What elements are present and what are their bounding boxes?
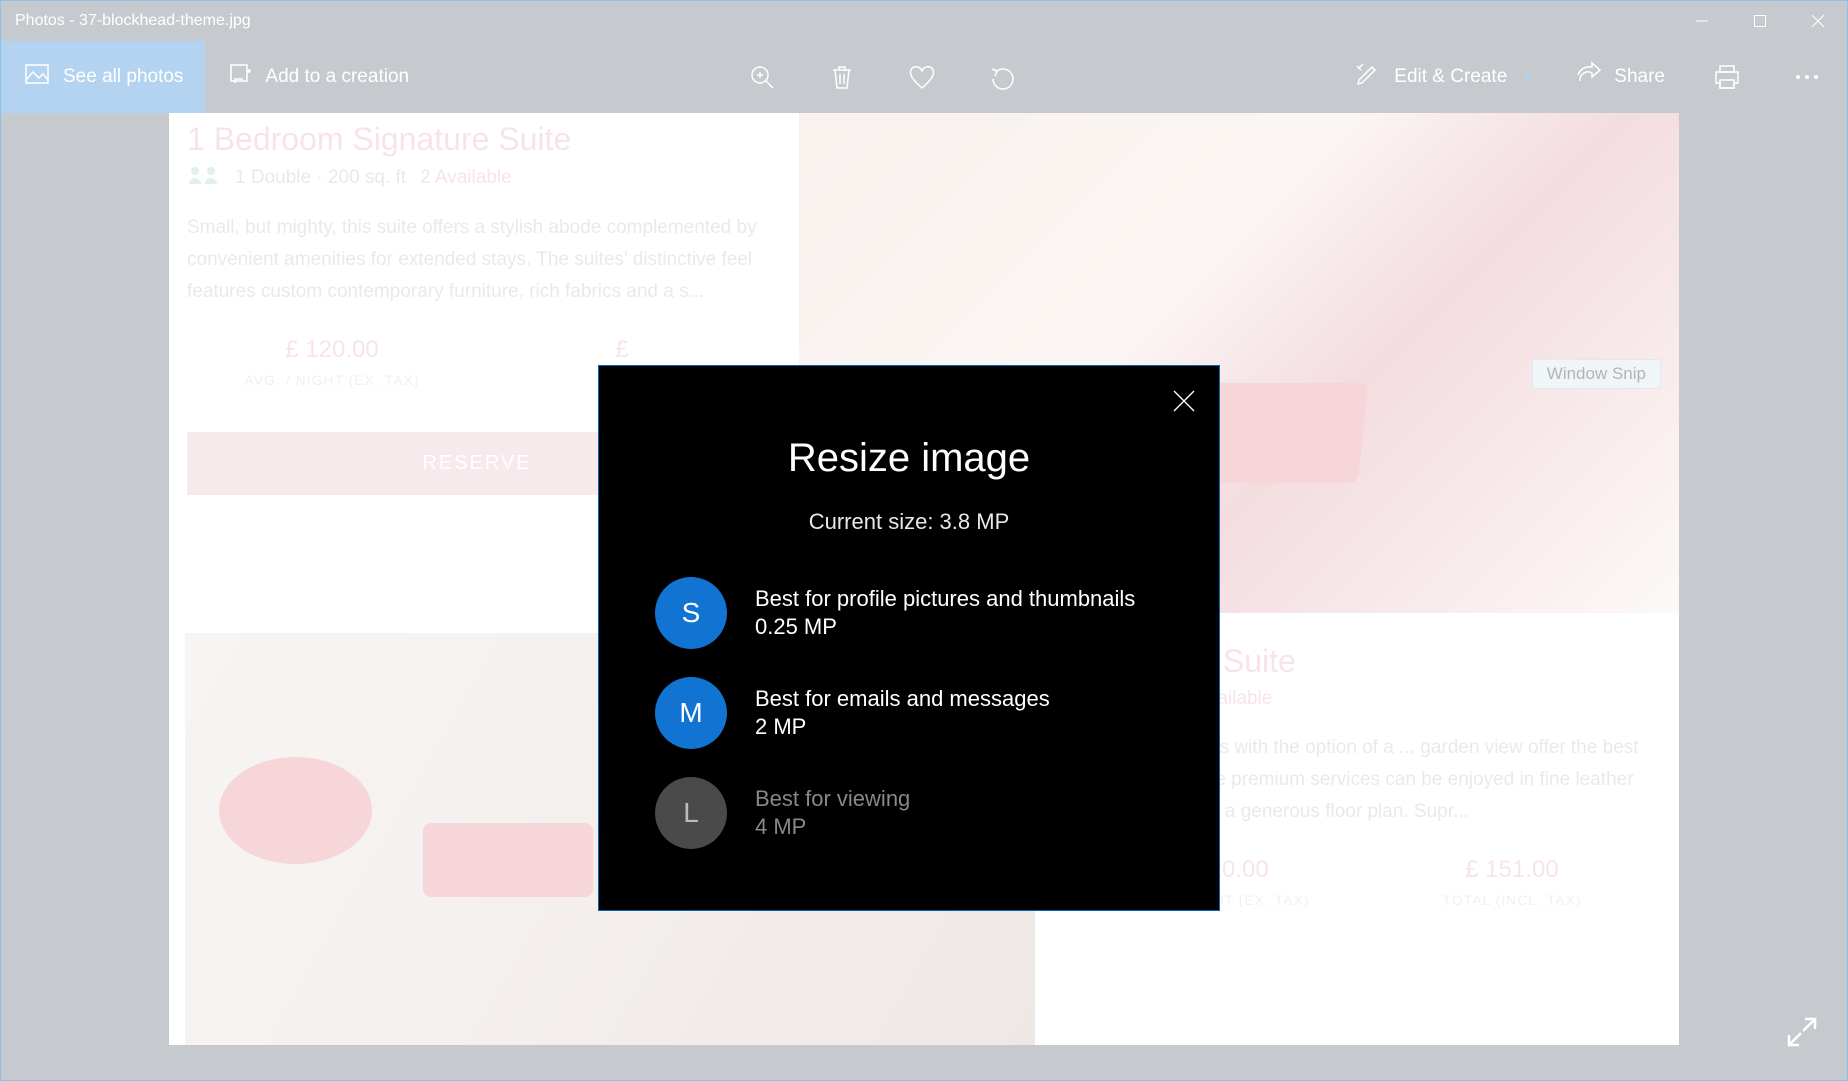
resize-l-desc: Best for viewing <box>755 786 910 812</box>
resize-options: S Best for profile pictures and thumbnai… <box>599 577 1219 849</box>
size-badge-s: S <box>655 577 727 649</box>
resize-option-medium[interactable]: M Best for emails and messages 2 MP <box>655 677 1163 749</box>
resize-s-size: 0.25 MP <box>755 614 1135 640</box>
size-badge-m: M <box>655 677 727 749</box>
resize-s-desc: Best for profile pictures and thumbnails <box>755 586 1135 612</box>
resize-dialog: Resize image Current size: 3.8 MP S Best… <box>598 365 1220 911</box>
resize-option-large: L Best for viewing 4 MP <box>655 777 1163 849</box>
modal-close-button[interactable] <box>1171 388 1197 419</box>
content-area: 1 Bedroom Signature Suite 1 Double · 200… <box>1 113 1847 1080</box>
resize-l-size: 4 MP <box>755 814 910 840</box>
modal-title: Resize image <box>599 436 1219 481</box>
size-badge-l: L <box>655 777 727 849</box>
resize-m-size: 2 MP <box>755 714 1050 740</box>
modal-subtitle: Current size: 3.8 MP <box>599 509 1219 535</box>
resize-option-small[interactable]: S Best for profile pictures and thumbnai… <box>655 577 1163 649</box>
photos-app-window: Photos - 37-blockhead-theme.jpg See all … <box>0 0 1848 1081</box>
resize-m-desc: Best for emails and messages <box>755 686 1050 712</box>
